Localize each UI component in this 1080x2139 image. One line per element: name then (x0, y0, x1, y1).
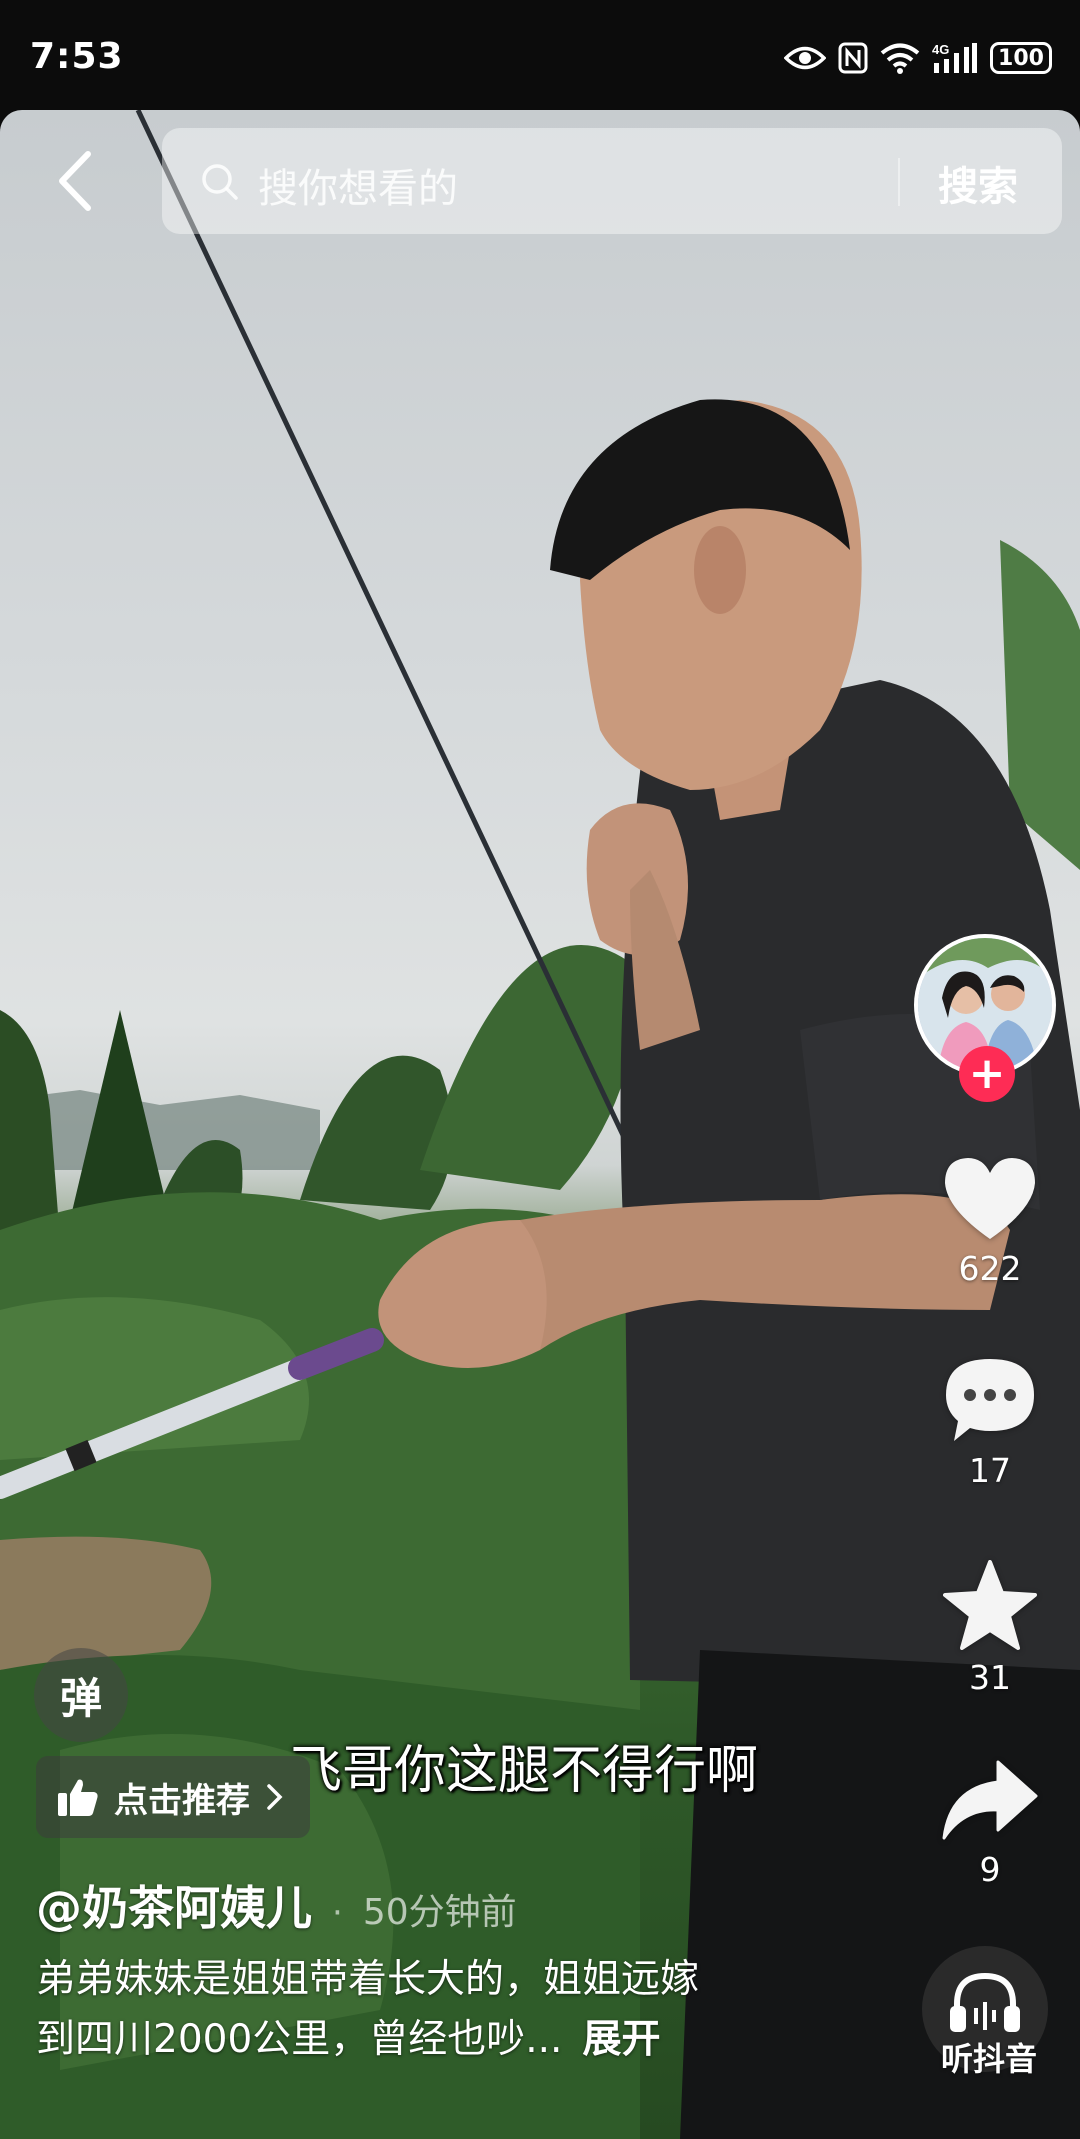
separator-dot: · (332, 1893, 343, 1933)
comment-icon (946, 1359, 1034, 1441)
headphones-icon (950, 1972, 1020, 2032)
back-button[interactable] (50, 148, 100, 214)
favorite-count: 31 (969, 1658, 1011, 1697)
recommend-label: 点击推荐 (114, 1780, 250, 1821)
svg-text:4G: 4G (932, 42, 949, 57)
listen-label: 听抖音 (940, 2040, 1037, 2078)
author-line: @奶茶阿姨儿 · 50分钟前 (36, 1872, 517, 1938)
recommend-button[interactable]: 点击推荐 (36, 1756, 310, 1838)
thumbs-up-icon (58, 1779, 98, 1816)
comment-count: 17 (969, 1451, 1011, 1490)
search-bar[interactable]: 搜你想看的 搜索 (162, 128, 1062, 234)
battery-indicator: 100 (990, 42, 1052, 74)
search-button[interactable]: 搜索 (938, 154, 1018, 212)
heart-icon (945, 1158, 1035, 1239)
like-button[interactable]: 622 (925, 1155, 1055, 1288)
favorite-button[interactable]: 31 (925, 1558, 1055, 1697)
video-subtitle: 飞哥你这腿不得行啊 (290, 1741, 759, 1801)
search-divider (898, 158, 900, 206)
search-input[interactable]: 搜你想看的 (258, 156, 458, 214)
post-time: 50分钟前 (362, 1892, 517, 1933)
expand-button[interactable]: 展开 (582, 2017, 660, 2062)
eye-icon (784, 46, 826, 70)
nfc-icon (838, 42, 868, 74)
star-icon (943, 1560, 1037, 1650)
post-description[interactable]: 弟弟妹妹是姐姐带着长大的，姐姐远嫁 到四川2000公里，曾经也吵... 展开 (36, 1950, 836, 2070)
comment-button[interactable]: 17 (925, 1355, 1055, 1490)
danmu-toggle[interactable]: 弹 (34, 1648, 128, 1742)
signal-icon: 4G (932, 42, 977, 73)
description-line-2: 到四川2000公里，曾经也吵... (36, 2017, 563, 2062)
share-count: 9 (979, 1850, 1001, 1889)
status-icons: 4G 100 (784, 38, 1052, 78)
back-arrow-icon (59, 151, 91, 211)
like-count: 622 (958, 1249, 1022, 1288)
author-name[interactable]: @奶茶阿姨儿 (36, 1872, 312, 1938)
chevron-right-icon (267, 1784, 283, 1810)
wifi-icon (880, 43, 920, 74)
follow-button[interactable]: + (959, 1046, 1015, 1102)
search-icon (202, 164, 238, 200)
status-bar: 7:53 4G 100 (0, 0, 1080, 110)
share-icon (942, 1760, 1038, 1840)
description-line-1: 弟弟妹妹是姐姐带着长大的，姐姐远嫁 (36, 1957, 700, 2002)
share-button[interactable]: 9 (925, 1758, 1055, 1889)
status-time: 7:53 (30, 36, 124, 77)
